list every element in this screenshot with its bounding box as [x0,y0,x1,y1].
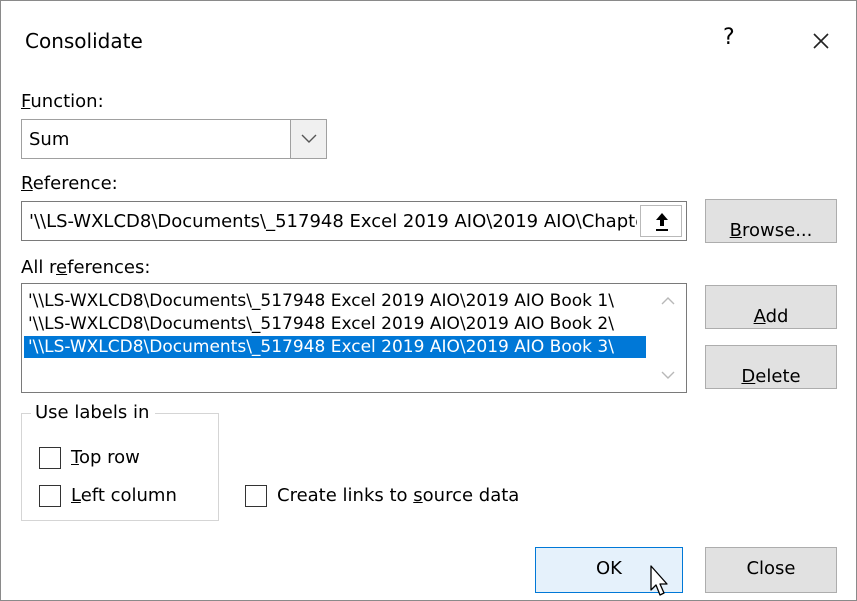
dialog-title: Consolidate [25,29,143,53]
chevron-down-icon [301,134,317,143]
close-button[interactable]: Close [705,547,837,593]
add-button[interactable]: Add [705,285,837,329]
all-references-label: All references: [21,257,151,278]
left-column-label[interactable]: Left column [71,485,177,506]
list-item-selected[interactable]: '\\LS-WXLCD8\Documents\_517948 Excel 201… [24,336,646,358]
create-links-label[interactable]: Create links to source data [277,485,519,506]
close-icon [813,33,829,49]
delete-button[interactable]: Delete [705,345,837,389]
list-scrollbar[interactable] [650,284,686,392]
scroll-down-icon[interactable] [660,370,676,380]
reference-label: Reference: [21,173,118,194]
reference-value: '\\LS-WXLCD8\Documents\_517948 Excel 201… [29,211,637,232]
top-row-label[interactable]: Top row [71,447,140,468]
function-value: Sum [29,129,70,150]
mouse-pointer-icon [650,565,668,596]
title-bar: Consolidate ? [1,1,856,79]
list-item[interactable]: '\\LS-WXLCD8\Documents\_517948 Excel 201… [24,313,646,335]
close-window-button[interactable] [801,21,841,61]
use-labels-group-label: Use labels in [31,402,156,423]
function-label: Function: [21,91,104,112]
consolidate-dialog: Consolidate ? Function: Sum Reference: '… [0,0,857,601]
all-references-list[interactable]: '\\LS-WXLCD8\Documents\_517948 Excel 201… [21,283,687,393]
list-item[interactable]: '\\LS-WXLCD8\Documents\_517948 Excel 201… [24,290,646,312]
top-row-checkbox[interactable] [39,447,61,469]
left-column-checkbox[interactable] [39,485,61,507]
create-links-checkbox[interactable] [245,485,267,507]
function-dropdown-button[interactable] [290,120,326,158]
scroll-up-icon[interactable] [660,296,676,306]
arrow-up-icon [656,213,668,231]
function-dropdown[interactable]: Sum [21,119,327,159]
collapse-dialog-button[interactable] [640,205,682,237]
reference-input[interactable]: '\\LS-WXLCD8\Documents\_517948 Excel 201… [21,201,687,241]
help-button[interactable]: ? [723,25,735,50]
browse-button[interactable]: Browse... [705,199,837,243]
